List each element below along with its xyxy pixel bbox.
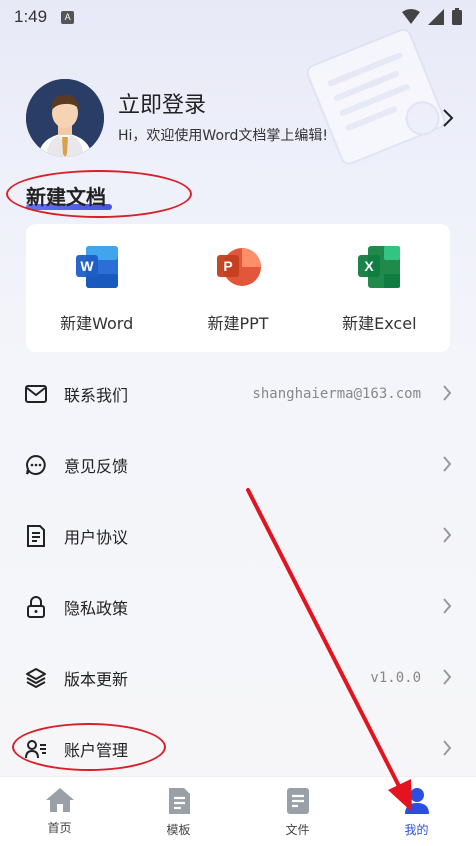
- user-list-icon: [24, 737, 48, 761]
- menu-label: 账户管理: [64, 740, 129, 760]
- tab-label: 模板: [166, 823, 191, 837]
- menu-item-feedback[interactable]: 意见反馈: [0, 429, 476, 500]
- login-profile-row[interactable]: 立即登录 Hi，欢迎使用Word文档掌上编辑!: [26, 78, 466, 158]
- menu-label: 意见反馈: [64, 456, 129, 476]
- login-title[interactable]: 立即登录: [118, 91, 328, 121]
- login-subtitle: Hi，欢迎使用Word文档掌上编辑!: [118, 128, 329, 144]
- contact-email: shanghaierma@163.com: [252, 385, 421, 402]
- tab-label: 首页: [47, 821, 72, 835]
- word-icon: W: [75, 246, 118, 288]
- notification-icon: A: [61, 10, 75, 24]
- new-document-card: W 新建Word P 新建PPT X 新建Excel: [26, 224, 450, 352]
- new-ppt-label: 新建PPT: [207, 314, 269, 333]
- tab-home[interactable]: 首页: [0, 777, 119, 846]
- menu-label: 版本更新: [64, 669, 129, 689]
- person-icon: [404, 788, 429, 814]
- chevron-right-icon: [443, 456, 452, 472]
- document-icon: [24, 524, 48, 548]
- menu-item-contact[interactable]: 联系我们 shanghaierma@163.com: [0, 358, 476, 429]
- chevron-right-icon: [443, 598, 452, 614]
- ppt-icon: P: [216, 248, 261, 286]
- avatar[interactable]: [26, 79, 104, 157]
- status-icons: [402, 8, 462, 25]
- bottom-tab-bar: 首页 模板 文件 我的: [0, 776, 476, 846]
- menu-label: 用户协议: [64, 527, 129, 547]
- svg-text:X: X: [365, 258, 375, 274]
- tab-template[interactable]: 模板: [119, 777, 238, 846]
- battery-icon: [452, 8, 462, 25]
- new-excel-label: 新建Excel: [342, 314, 417, 333]
- section-title-new-doc: 新建文档: [26, 185, 106, 209]
- chat-bubble-icon: [24, 453, 48, 477]
- version-number: v1.0.0: [370, 669, 421, 686]
- status-time: 1:49: [14, 7, 48, 26]
- tab-mine[interactable]: 我的: [357, 777, 476, 846]
- lock-icon: [24, 595, 48, 619]
- tab-file[interactable]: 文件: [238, 777, 357, 846]
- menu-item-version[interactable]: 版本更新 v1.0.0: [0, 642, 476, 713]
- chevron-right-icon: [443, 527, 452, 543]
- new-word-label: 新建Word: [60, 314, 134, 333]
- menu-label: 隐私政策: [64, 598, 129, 618]
- new-excel-button[interactable]: X 新建Excel: [309, 224, 450, 352]
- excel-icon: X: [358, 246, 401, 288]
- signal-icon: [428, 8, 444, 25]
- new-ppt-button[interactable]: P 新建PPT: [167, 224, 308, 352]
- tab-label: 文件: [285, 823, 310, 837]
- chevron-right-icon[interactable]: [442, 108, 454, 128]
- mail-icon: [24, 382, 48, 406]
- menu-label: 联系我们: [64, 385, 129, 405]
- settings-menu: 联系我们 shanghaierma@163.com 意见反馈 用户协议 隐私政策…: [0, 358, 476, 784]
- svg-text:P: P: [223, 258, 232, 274]
- chevron-right-icon: [443, 385, 452, 401]
- home-icon: [45, 788, 74, 812]
- menu-item-agreement[interactable]: 用户协议: [0, 500, 476, 571]
- template-icon: [168, 788, 190, 814]
- menu-item-account[interactable]: 账户管理: [0, 713, 476, 784]
- new-word-button[interactable]: W 新建Word: [26, 224, 167, 352]
- wifi-icon: [402, 8, 420, 24]
- file-icon: [286, 788, 309, 814]
- menu-item-privacy[interactable]: 隐私政策: [0, 571, 476, 642]
- svg-text:W: W: [80, 258, 94, 274]
- chevron-right-icon: [443, 669, 452, 685]
- chevron-right-icon: [443, 740, 452, 756]
- layers-icon: [24, 666, 48, 690]
- tab-label: 我的: [404, 823, 429, 837]
